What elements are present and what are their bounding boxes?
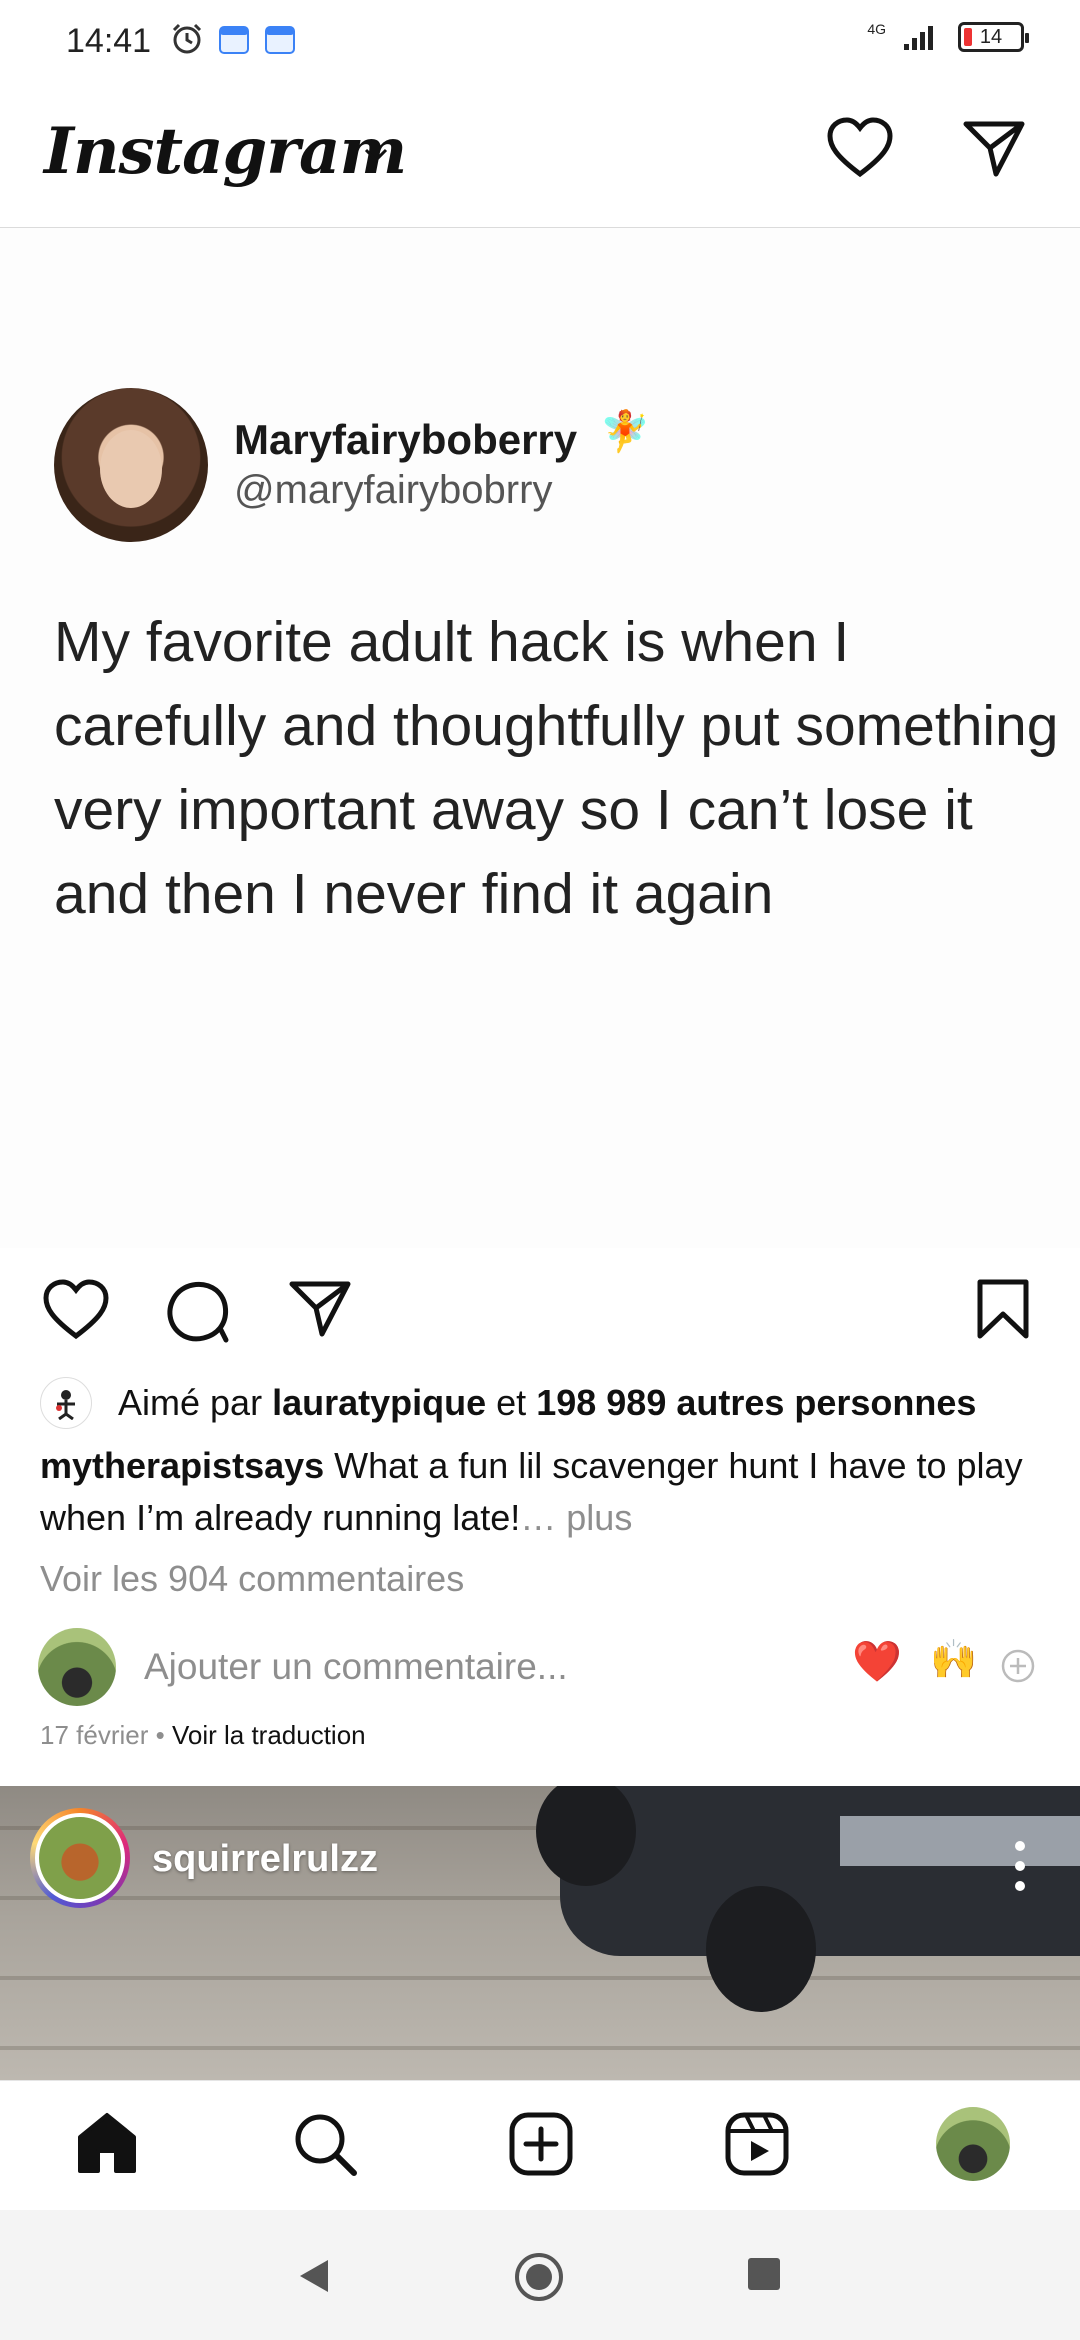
- post-date-text: 17 février: [40, 1720, 149, 1750]
- likes-count[interactable]: 198 989 autres personnes: [536, 1382, 976, 1424]
- likes-prefix: Aimé par: [118, 1382, 263, 1423]
- system-navigation: [0, 2210, 1080, 2340]
- reels-icon[interactable]: [724, 2111, 790, 2177]
- caption-more-link[interactable]: … plus: [520, 1497, 632, 1538]
- caption-username[interactable]: mytherapistsays: [40, 1445, 324, 1486]
- like-icon[interactable]: [42, 1278, 110, 1342]
- post-actions: [0, 1270, 1080, 1350]
- next-post-preview[interactable]: squirrelrulzz: [0, 1786, 1080, 2080]
- direct-message-icon[interactable]: [962, 118, 1026, 178]
- grill-shape: [560, 1786, 1080, 1956]
- more-options-icon[interactable]: [1008, 1836, 1032, 1896]
- network-label: 4G: [867, 21, 886, 37]
- app-header: Instagram: [0, 84, 1080, 228]
- battery-icon: 14: [958, 22, 1029, 52]
- signal-icon: [904, 26, 933, 50]
- profile-avatar[interactable]: [936, 2107, 1010, 2181]
- chevron-down-icon[interactable]: [360, 142, 392, 166]
- quick-emoji-raised-hands[interactable]: 🙌: [930, 1638, 977, 1682]
- bottom-navigation: [0, 2080, 1080, 2210]
- post-date: 17 février • Voir la traduction: [40, 1720, 366, 1751]
- home-circle-icon[interactable]: [514, 2252, 564, 2302]
- status-time: 14:41: [66, 22, 152, 60]
- liker-username[interactable]: lauratypique: [272, 1382, 486, 1424]
- instagram-logo[interactable]: Instagram: [44, 114, 407, 189]
- heart-icon[interactable]: [826, 116, 894, 180]
- liker-avatar[interactable]: [40, 1377, 92, 1429]
- new-post-icon[interactable]: [508, 2111, 574, 2177]
- calendar-icon: [219, 26, 249, 54]
- likes-middle: et: [496, 1382, 527, 1423]
- view-comments-link[interactable]: Voir les 904 commentaires: [40, 1558, 464, 1600]
- back-icon[interactable]: [294, 2256, 334, 2296]
- status-icons-left: [170, 22, 296, 56]
- see-translation-link[interactable]: Voir la traduction: [172, 1720, 366, 1750]
- tweet-author-name: Maryfairyboberry: [234, 416, 578, 463]
- save-icon[interactable]: [976, 1278, 1030, 1340]
- tweet-avatar: [54, 388, 208, 542]
- recents-icon[interactable]: [746, 2256, 782, 2292]
- likes-summary[interactable]: Aimé par lauratypique et 198 989 autres …: [40, 1376, 976, 1430]
- liker-avatar-image: [56, 1390, 75, 1420]
- comment-icon[interactable]: [164, 1278, 230, 1344]
- post-image[interactable]: Maryfairyboberry 🧚 @maryfairybobrry My f…: [0, 228, 1080, 1248]
- user-avatar: [38, 1628, 116, 1706]
- deck-line: [0, 1976, 1080, 1980]
- post-caption: mytherapistsays What a fun lil scavenger…: [40, 1440, 1050, 1544]
- add-emoji-icon[interactable]: [1000, 1648, 1036, 1684]
- status-icons-right: 4G 14: [867, 21, 1029, 52]
- wheel-shape: [706, 1886, 816, 2012]
- next-post-avatar-ring[interactable]: [30, 1808, 130, 1908]
- tweet-avatar-face: [100, 430, 162, 508]
- fairy-emoji: 🧚: [600, 410, 650, 454]
- search-icon[interactable]: [292, 2111, 358, 2177]
- share-icon[interactable]: [288, 1278, 352, 1338]
- comment-input[interactable]: Ajouter un commentaire...: [144, 1646, 568, 1688]
- alarm-icon: [172, 23, 202, 54]
- next-post-username[interactable]: squirrelrulzz: [152, 1838, 378, 1881]
- quick-emoji-heart[interactable]: ❤️: [852, 1638, 902, 1685]
- home-icon[interactable]: [74, 2111, 140, 2177]
- grill-tray-shape: [840, 1816, 1080, 1866]
- deck-line: [0, 2046, 1080, 2050]
- add-comment-row: Ajouter un commentaire... ❤️ 🙌: [0, 1626, 1080, 1706]
- calendar-icon: [265, 26, 295, 54]
- battery-level: 14: [979, 25, 1003, 48]
- status-bar: 14:41 4G 14: [0, 0, 1080, 84]
- date-separator: •: [148, 1720, 172, 1750]
- next-post-avatar: [35, 1813, 125, 1903]
- tweet-author-handle: @maryfairybobrry: [234, 468, 553, 512]
- tweet-text: My favorite adult hack is when I careful…: [54, 610, 1059, 926]
- battery-fill: [964, 28, 972, 46]
